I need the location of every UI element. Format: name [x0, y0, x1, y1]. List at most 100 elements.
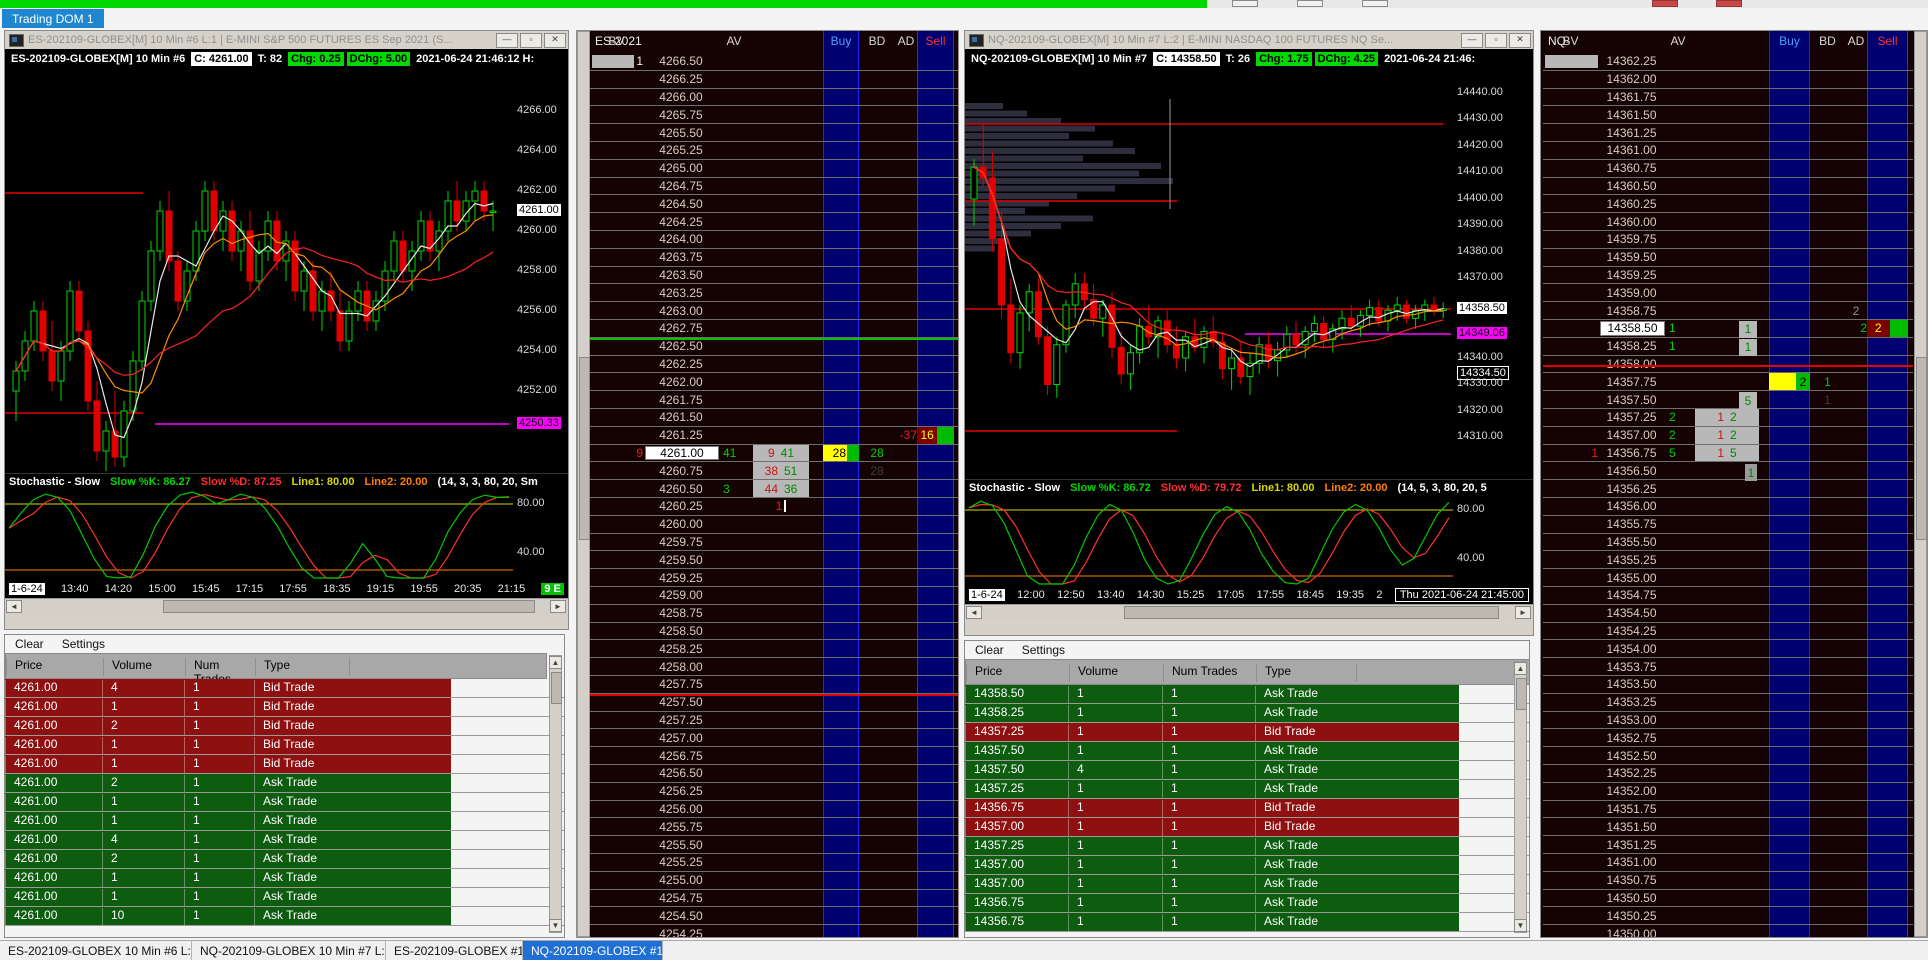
dom-price-row[interactable]: 14360.00 — [1543, 213, 1913, 231]
dom-price-cell[interactable]: 4257.00 — [643, 729, 719, 746]
ts-vertical-scrollbar[interactable]: ▲ ▼ — [1514, 661, 1527, 933]
dom-price-row[interactable]: 4262.50 — [590, 338, 958, 356]
taskbar-tab[interactable]: ES-202109-GLOBEX 10 Min #6 L:1 — [0, 941, 192, 960]
dom-price-row[interactable]: 14354.75 — [1543, 587, 1913, 605]
dom-recent-trades-cell[interactable] — [1691, 605, 1763, 622]
dom-recent-trades-cell[interactable] — [1691, 178, 1763, 195]
dom-price-row[interactable]: 4260.50 3 44 36 — [590, 480, 958, 498]
dom-price-row[interactable]: 14359.75 — [1543, 231, 1913, 249]
dom-price-cell[interactable]: 4259.00 — [643, 587, 719, 604]
dom-price-row[interactable]: 4264.00 — [590, 231, 958, 249]
dom-price-row[interactable]: 14362.00 — [1543, 71, 1913, 89]
dom-recent-trades-cell[interactable] — [1691, 783, 1763, 800]
dom-recent-trades-cell[interactable] — [749, 391, 813, 408]
dom-recent-trades-cell[interactable] — [1691, 890, 1763, 907]
restore-button[interactable]: ▫ — [1485, 32, 1507, 48]
dom-price-row[interactable]: 14361.00 — [1543, 142, 1913, 160]
dom-price-cell[interactable]: 14350.25 — [1598, 907, 1665, 924]
dom-recent-trades-cell[interactable] — [749, 195, 813, 212]
dom-bv-cell[interactable] — [590, 249, 648, 266]
dom-price-row[interactable]: 14361.75 — [1543, 89, 1913, 107]
dom-bd-cell[interactable]: 1 — [1810, 391, 1845, 408]
dom-price-row[interactable]: 4265.25 — [590, 142, 958, 160]
dom-bv-cell[interactable] — [590, 71, 648, 88]
dom-price-cell[interactable]: 4263.25 — [643, 284, 719, 301]
es-horizontal-scrollbar[interactable]: ◄ ► — [5, 598, 568, 615]
dom-recent-trades-cell[interactable] — [749, 53, 813, 70]
dom-price-row[interactable]: 4260.75 38 51 28 — [590, 462, 958, 481]
dom-recent-trades-cell[interactable]: 38 51 — [749, 462, 813, 480]
dom-price-row[interactable]: 9 4261.00 41 9 41 28 28 — [590, 444, 958, 463]
dom-price-row[interactable]: 14355.00 — [1543, 569, 1913, 587]
dom-price-cell[interactable]: 4256.00 — [643, 801, 719, 818]
dom-price-cell[interactable]: 14360.75 — [1598, 160, 1665, 177]
taskbar-tab[interactable]: NQ-202109-GLOBEX 10 Min #7 L:2 — [192, 941, 386, 960]
dom-price-cell[interactable]: 14361.00 — [1598, 142, 1665, 159]
dom-bv-cell[interactable] — [590, 836, 648, 853]
dom-price-row[interactable]: 14351.50 — [1543, 818, 1913, 837]
dom-price-row[interactable]: 4258.25 — [590, 640, 958, 659]
ts-column-header[interactable]: Type — [1256, 664, 1356, 682]
scroll-down-button[interactable]: ▼ — [549, 919, 562, 932]
dom-price-cell[interactable]: 4261.75 — [643, 391, 719, 408]
dom-recent-trades-cell[interactable] — [1691, 587, 1763, 604]
dom-recent-trades-cell[interactable]: 5 — [1691, 391, 1763, 409]
dom-price-row[interactable]: 14350.75 — [1543, 872, 1913, 890]
dom-recent-trades-cell[interactable] — [1691, 284, 1763, 301]
dom-recent-trades-cell[interactable] — [1691, 249, 1763, 266]
dom-bv-cell[interactable] — [590, 551, 648, 568]
dom-bv-cell[interactable] — [590, 765, 648, 782]
ts-scroll-thumb[interactable] — [551, 672, 562, 704]
dom-recent-trades-cell[interactable] — [1691, 71, 1763, 88]
dom-bv-cell[interactable] — [590, 427, 648, 444]
dom-bv-cell[interactable] — [590, 124, 648, 141]
ts-vertical-scrollbar[interactable]: ▲ ▼ — [549, 655, 562, 933]
dom-recent-trades-cell[interactable] — [749, 694, 813, 711]
dom-recent-trades-cell[interactable]: 15 — [1691, 444, 1763, 462]
dom-bv-cell[interactable] — [590, 747, 648, 764]
dom-price-cell[interactable]: 14360.50 — [1598, 178, 1665, 195]
dom-price-row[interactable]: 14356.50 1 — [1543, 462, 1913, 482]
dom-av-cell[interactable]: 41 — [719, 445, 753, 462]
dom-recent-trades-cell[interactable] — [1691, 124, 1763, 141]
dom-price-row[interactable]: 14357.50 5 1 — [1543, 391, 1913, 409]
dom-price-cell[interactable]: 14353.00 — [1598, 712, 1665, 729]
dom-price-row[interactable]: 4264.25 — [590, 213, 958, 231]
dom-recent-trades-cell[interactable] — [1691, 658, 1763, 675]
dom-price-cell[interactable]: 4263.75 — [643, 249, 719, 266]
dom-recent-trades-cell[interactable] — [1691, 106, 1763, 123]
dom-recent-trades-cell[interactable] — [1691, 551, 1763, 568]
scroll-right-button[interactable]: ► — [1515, 606, 1531, 619]
dom-recent-trades-cell[interactable] — [749, 373, 813, 390]
dom-price-cell[interactable]: 14354.50 — [1598, 605, 1665, 622]
buy-order-box[interactable]: 28 — [823, 444, 847, 462]
dom-price-cell[interactable]: 14351.25 — [1598, 836, 1665, 853]
dom-price-row[interactable]: 14360.75 — [1543, 160, 1913, 178]
es-stochastic-pane[interactable]: 80.00 40.00 — [5, 490, 568, 580]
dom-price-row[interactable]: 4262.75 — [590, 320, 958, 338]
dom-recent-trades-cell[interactable] — [1691, 640, 1763, 657]
dom-price-cell[interactable]: 14356.75 — [1598, 445, 1665, 462]
dom-price-cell[interactable]: 14356.00 — [1598, 498, 1665, 515]
dom-price-row[interactable]: 14353.50 — [1543, 676, 1913, 694]
dom-price-cell[interactable]: 14352.25 — [1598, 765, 1665, 782]
dom-recent-trades-cell[interactable] — [1691, 142, 1763, 159]
dom-price-cell[interactable]: 4266.00 — [643, 89, 719, 106]
dom-recent-trades-cell[interactable]: 9 41 — [749, 444, 813, 462]
dom-price-cell[interactable]: 4264.00 — [643, 231, 719, 248]
dom-price-cell[interactable]: 14361.75 — [1598, 89, 1665, 106]
dom-scroll-thumb[interactable] — [1916, 357, 1927, 541]
dom-price-row[interactable]: 4257.50 — [590, 694, 958, 712]
dom-price-cell[interactable]: 4258.75 — [643, 605, 719, 622]
taskbar-tab[interactable]: NQ-202109-GLOBEX #11 — [523, 941, 663, 960]
dom-recent-trades-cell[interactable] — [1691, 231, 1763, 248]
sell-order-box[interactable]: 16 — [917, 426, 938, 444]
dom-recent-trades-cell[interactable] — [1691, 569, 1763, 586]
ts-column-header[interactable]: Price — [6, 658, 103, 676]
dom-recent-trades-cell[interactable] — [1691, 213, 1763, 230]
dom-recent-trades-cell[interactable] — [1691, 302, 1763, 319]
buy-order-box[interactable] — [1769, 373, 1796, 391]
dom-bv-cell[interactable] — [590, 106, 648, 123]
dom-price-row[interactable]: 4259.00 — [590, 587, 958, 605]
dom-price-cell[interactable]: 14353.25 — [1598, 694, 1665, 711]
